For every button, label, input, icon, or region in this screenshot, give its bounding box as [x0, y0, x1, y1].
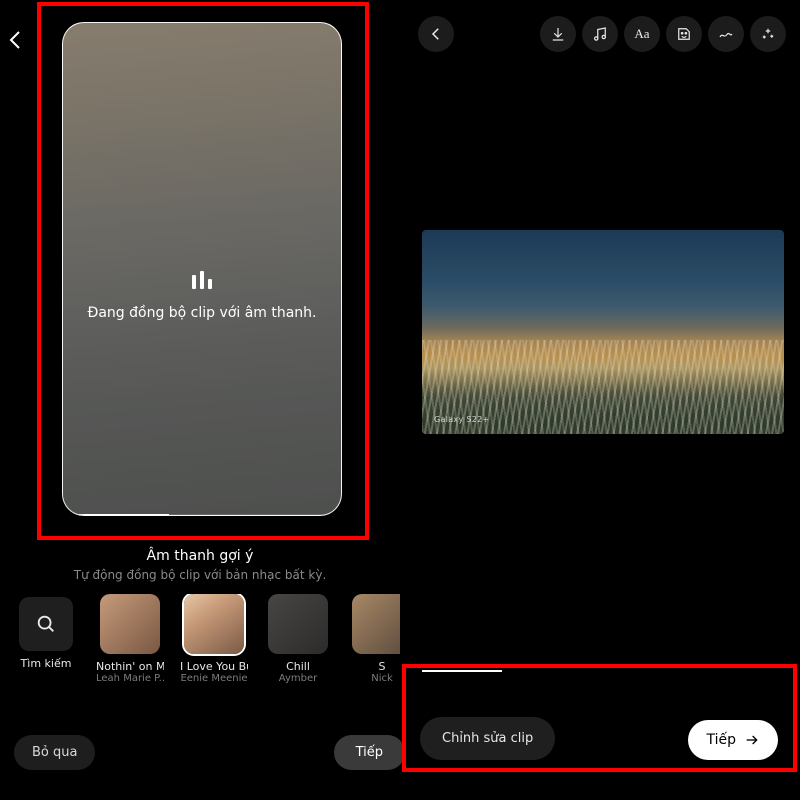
sync-text: Đang đồng bộ clip với âm thanh.: [63, 305, 341, 321]
equalizer-icon: [192, 271, 212, 289]
back-button[interactable]: [4, 28, 28, 56]
track-artist: Leah Marie P...: [96, 673, 164, 684]
track-thumb: [184, 594, 244, 654]
scribble-icon: [717, 25, 735, 43]
next-button[interactable]: Tiếp: [688, 720, 778, 760]
left-panel: Đang đồng bộ clip với âm thanh. Âm thanh…: [0, 0, 400, 800]
track-artist: Nick: [348, 673, 400, 684]
sticker-icon: [675, 25, 693, 43]
track-item[interactable]: Chill Aymber: [264, 594, 332, 684]
track-list: Tìm kiếm Nothin' on Me Leah Marie P... I…: [12, 594, 400, 704]
track-name: S: [348, 660, 400, 673]
video-preview[interactable]: Galaxy S22+: [422, 230, 784, 434]
edit-clip-button[interactable]: Chỉnh sửa clip: [420, 717, 555, 760]
chevron-left-icon: [427, 25, 445, 43]
track-thumb: [100, 594, 160, 654]
timeline-indicator[interactable]: [422, 670, 502, 672]
track-name: Nothin' on Me: [96, 660, 164, 673]
track-item-selected[interactable]: I Love You Bu Eenie Meenie: [180, 594, 248, 684]
arrow-right-icon: [744, 732, 760, 748]
top-toolbar: Aa: [400, 12, 800, 52]
sticker-button[interactable]: [666, 16, 702, 52]
music-note-icon: [591, 25, 609, 43]
download-icon: [549, 25, 567, 43]
track-name: Chill: [264, 660, 332, 673]
track-name: Tìm kiếm: [12, 657, 80, 670]
text-button[interactable]: Aa: [624, 16, 660, 52]
bottom-bar-left: Bỏ qua Tiếp: [0, 720, 400, 782]
tool-buttons: Aa: [540, 16, 786, 52]
watermark: Galaxy S22+: [434, 415, 490, 424]
section-title: Âm thanh gợi ý: [0, 548, 400, 564]
draw-button[interactable]: [708, 16, 744, 52]
preview-card: Đang đồng bộ clip với âm thanh.: [62, 22, 342, 516]
download-button[interactable]: [540, 16, 576, 52]
track-search[interactable]: Tìm kiếm: [12, 594, 80, 670]
progress-track: [63, 514, 341, 516]
track-name: I Love You Bu: [180, 660, 248, 673]
track-artist: Aymber: [264, 673, 332, 684]
chevron-left-icon: [4, 28, 28, 52]
next-button[interactable]: Tiếp: [334, 735, 405, 770]
progress-fill: [63, 514, 169, 516]
effects-button[interactable]: [750, 16, 786, 52]
track-item[interactable]: S Nick: [348, 594, 400, 684]
back-button[interactable]: [418, 16, 454, 52]
search-icon: [19, 597, 73, 651]
text-icon: Aa: [634, 26, 649, 42]
sync-status: Đang đồng bộ clip với âm thanh.: [63, 271, 341, 321]
preview-overlay: [63, 23, 341, 515]
track-thumb: [352, 594, 400, 654]
music-button[interactable]: [582, 16, 618, 52]
right-panel: Aa Galaxy S22+ Chỉnh sửa clip Tiếp: [400, 0, 800, 800]
skip-button[interactable]: Bỏ qua: [14, 735, 95, 770]
track-item[interactable]: Nothin' on Me Leah Marie P...: [96, 594, 164, 684]
section-subtitle: Tự động đồng bộ clip với bản nhạc bất kỳ…: [0, 568, 400, 582]
track-artist: Eenie Meenie: [180, 673, 248, 684]
sparkle-icon: [759, 25, 777, 43]
track-thumb: [268, 594, 328, 654]
next-label: Tiếp: [706, 732, 736, 748]
